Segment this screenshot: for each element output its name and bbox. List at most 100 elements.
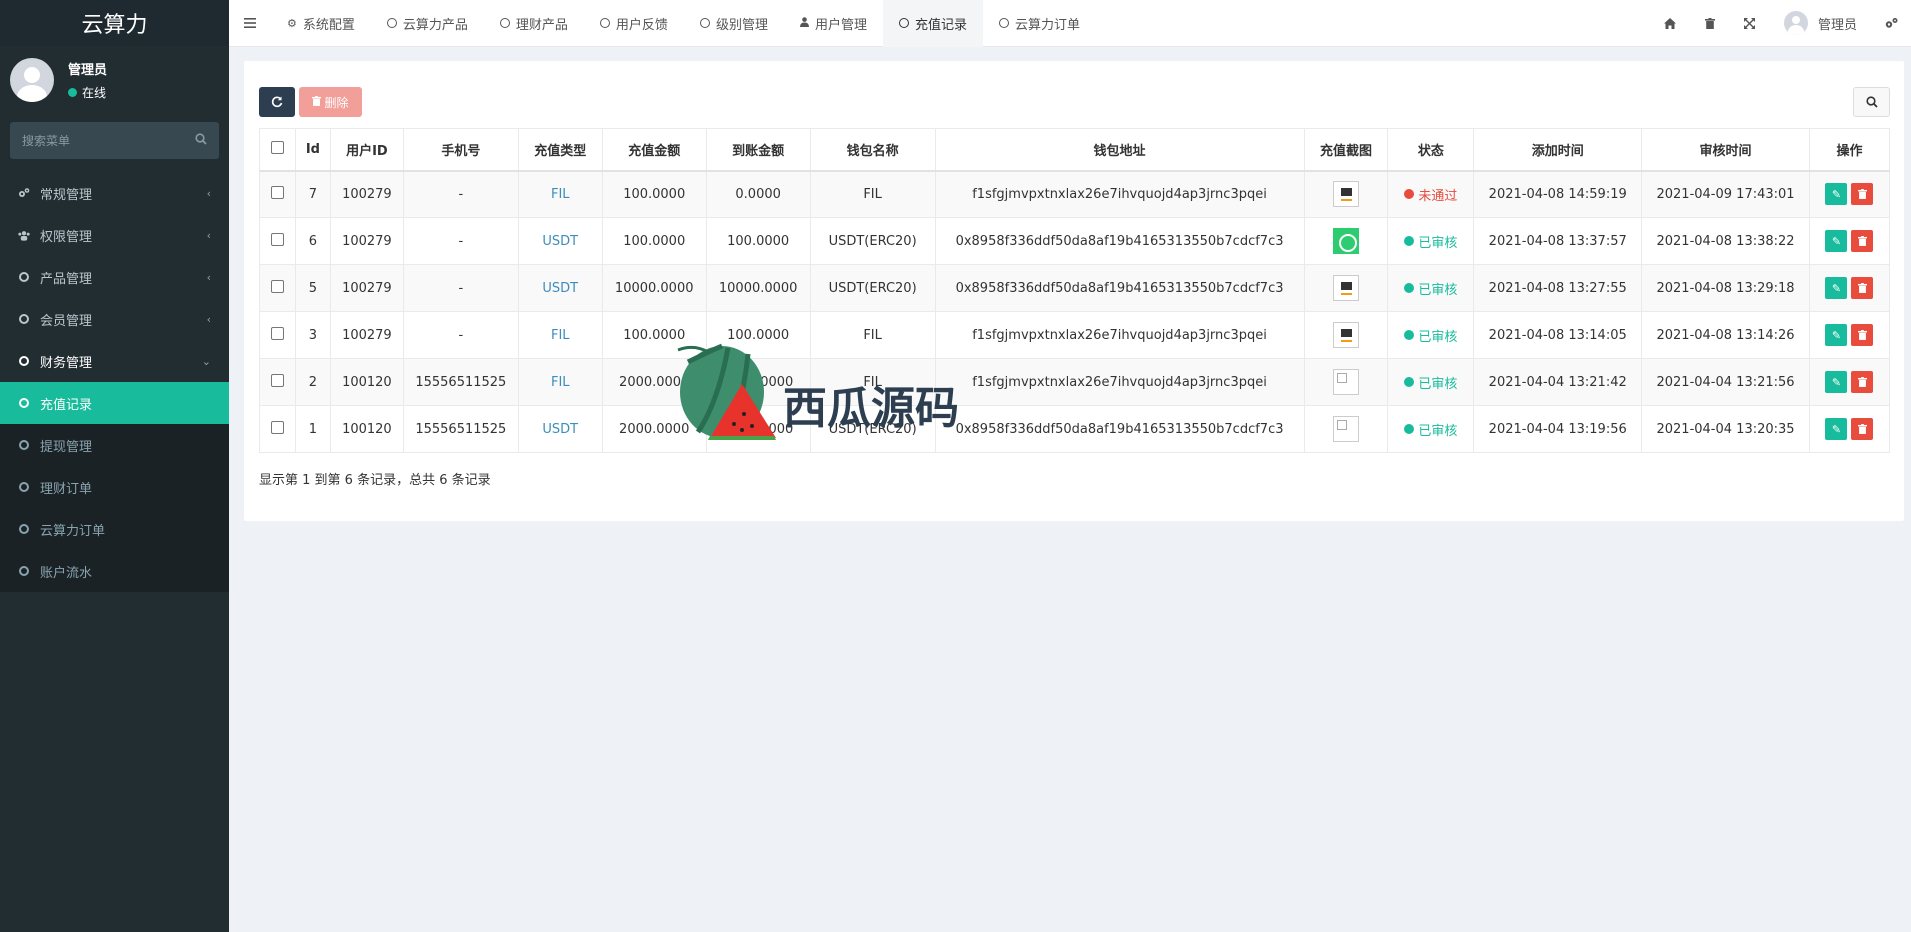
trash-icon[interactable] — [1690, 17, 1730, 29]
cell-received: 100.0000 — [705, 217, 811, 265]
column-header[interactable]: 审核时间 — [1641, 128, 1810, 172]
column-header[interactable]: 钱包地址 — [934, 128, 1305, 172]
delete-row-button[interactable] — [1851, 183, 1874, 206]
delete-row-button[interactable] — [1851, 277, 1874, 299]
tab-finance-products[interactable]: 理财产品 — [484, 0, 584, 47]
cell-type-link[interactable]: USDT — [542, 234, 578, 249]
sidebar-item-products[interactable]: 产品管理 ‹ — [0, 256, 229, 298]
row-checkbox[interactable] — [270, 326, 284, 340]
column-header[interactable]: 充值类型 — [517, 128, 603, 172]
table-row[interactable]: 3 100279 - FIL 100.0000 100.0000 FIL f1s… — [259, 311, 1891, 359]
column-header[interactable]: Id — [294, 128, 331, 172]
cell-added-time: 2021-04-08 14:59:19 — [1473, 170, 1643, 218]
sidebar-menu: 常规管理 ‹ 权限管理 ‹ 产品管理 ‹ 会员管理 ‹ 财务管理 ⌄ 充值记录 … — [0, 172, 229, 592]
fullscreen-icon[interactable] — [1730, 17, 1770, 29]
column-header[interactable]: 到账金额 — [705, 128, 811, 172]
cell-type-link[interactable]: FIL — [551, 375, 570, 390]
row-checkbox[interactable] — [270, 373, 284, 387]
cell-type-link[interactable]: USDT — [542, 422, 578, 437]
refresh-button[interactable] — [259, 87, 295, 117]
row-checkbox[interactable] — [270, 232, 284, 246]
delete-button[interactable]: 删除 — [299, 87, 362, 117]
screenshot-thumbnail[interactable] — [1332, 275, 1359, 301]
sidebar-item-members[interactable]: 会员管理 ‹ — [0, 298, 229, 340]
cell-type-link[interactable]: FIL — [551, 187, 570, 202]
status-badge: 已审核 — [1404, 420, 1457, 439]
row-checkbox[interactable] — [270, 420, 284, 434]
table-search-button[interactable] — [1853, 87, 1890, 117]
edit-button[interactable]: ✎ — [1825, 230, 1848, 252]
edit-button[interactable]: ✎ — [1825, 418, 1848, 440]
delete-row-button[interactable] — [1851, 418, 1874, 440]
column-header[interactable]: 状态 — [1387, 128, 1475, 172]
column-header[interactable]: 充值金额 — [601, 128, 707, 172]
column-header[interactable]: 充值截图 — [1303, 128, 1389, 172]
tab-cloud-products[interactable]: 云算力产品 — [371, 0, 484, 47]
tab-user-management[interactable]: 用户管理 — [784, 0, 883, 47]
status-label: 已审核 — [1418, 329, 1458, 345]
search-icon[interactable] — [195, 133, 207, 148]
delete-row-button[interactable] — [1851, 324, 1874, 346]
select-all-checkbox[interactable] — [270, 140, 284, 154]
screenshot-thumbnail[interactable] — [1332, 181, 1359, 208]
watermelon-icon — [677, 343, 776, 440]
tab-cloud-orders[interactable]: 云算力订单 — [983, 0, 1096, 47]
trash-icon — [1857, 283, 1867, 293]
settings-cogs-icon[interactable] — [1871, 17, 1911, 29]
row-checkbox[interactable] — [270, 185, 284, 199]
edit-button[interactable]: ✎ — [1825, 183, 1848, 206]
circle-icon — [599, 18, 610, 28]
tab-system-config[interactable]: ⚙ 系统配置 — [271, 0, 371, 47]
table-row[interactable]: 5 100279 - USDT 10000.0000 10000.0000 US… — [259, 264, 1891, 312]
sidebar-item-permissions[interactable]: 权限管理 ‹ — [0, 214, 229, 256]
refresh-icon — [271, 96, 283, 108]
cell-type-link[interactable]: USDT — [542, 281, 578, 296]
edit-button[interactable]: ✎ — [1825, 324, 1848, 346]
row-checkbox[interactable] — [270, 279, 284, 293]
edit-button[interactable]: ✎ — [1825, 371, 1848, 393]
screenshot-thumbnail[interactable] — [1332, 228, 1359, 254]
cell-id: 7 — [294, 170, 331, 218]
cell-received: 0.0000 — [705, 170, 811, 218]
status-dot-icon — [1404, 424, 1415, 434]
screenshot-thumbnail[interactable] — [1332, 416, 1359, 442]
hamburger-menu-icon[interactable] — [229, 18, 271, 28]
cell-reviewed-time: 2021-04-08 13:38:22 — [1641, 217, 1810, 265]
sidebar-item-recharge[interactable]: 充值记录 — [0, 382, 229, 424]
column-header[interactable]: 用户ID — [329, 128, 404, 172]
sidebar-item-label: 云算力订单 — [40, 523, 106, 539]
watermark-text: 西瓜源码 — [783, 383, 959, 434]
column-header[interactable]: 手机号 — [402, 128, 519, 172]
edit-button[interactable]: ✎ — [1825, 277, 1848, 299]
sidebar-item-label: 充值记录 — [40, 397, 93, 413]
brand-logo[interactable]: 云算力 — [0, 0, 229, 46]
user-menu[interactable]: 管理员 — [1770, 11, 1871, 35]
table-row[interactable]: 7 100279 - FIL 100.0000 0.0000 FIL f1sfg… — [259, 170, 1891, 218]
tab-level-management[interactable]: 级别管理 — [684, 0, 784, 47]
column-header[interactable]: 添加时间 — [1473, 128, 1643, 172]
cell-added-time: 2021-04-04 13:21:42 — [1473, 358, 1643, 406]
menu-search-input[interactable]: 搜索菜单 — [10, 122, 219, 159]
home-icon[interactable] — [1650, 17, 1690, 29]
circle-icon — [18, 314, 30, 324]
tab-user-feedback[interactable]: 用户反馈 — [584, 0, 684, 47]
sidebar-item-cloud-orders[interactable]: 云算力订单 — [0, 508, 229, 550]
screenshot-thumbnail[interactable] — [1332, 322, 1359, 348]
sidebar-item-finance[interactable]: 财务管理 ⌄ — [0, 340, 229, 382]
delete-row-button[interactable] — [1851, 230, 1874, 252]
tab-label: 云算力订单 — [1014, 17, 1080, 33]
trash-icon — [1857, 330, 1867, 340]
sidebar-item-general[interactable]: 常规管理 ‹ — [0, 172, 229, 214]
table-row[interactable]: 1 100120 15556511525 USDT 2000.0000 2000… — [259, 405, 1891, 453]
delete-row-button[interactable] — [1851, 371, 1874, 393]
status-dot-icon — [1404, 283, 1415, 293]
sidebar-item-account-flow[interactable]: 账户流水 — [0, 550, 229, 592]
table-row[interactable]: 2 100120 15556511525 FIL 2000.0000 2000.… — [259, 358, 1891, 406]
sidebar-item-withdraw[interactable]: 提现管理 — [0, 424, 229, 466]
table-row[interactable]: 6 100279 - USDT 100.0000 100.0000 USDT(E… — [259, 217, 1891, 265]
column-header[interactable]: 钱包名称 — [809, 128, 936, 172]
cell-type-link[interactable]: FIL — [551, 328, 570, 343]
sidebar-item-finance-orders[interactable]: 理财订单 — [0, 466, 229, 508]
screenshot-thumbnail[interactable] — [1332, 369, 1359, 395]
tab-recharge-records[interactable]: 充值记录 — [882, 0, 983, 47]
